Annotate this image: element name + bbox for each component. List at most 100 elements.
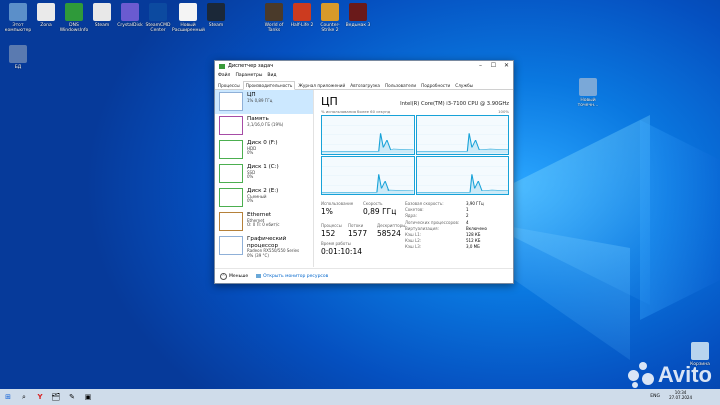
desktop-icon-label: SteamCMD Center bbox=[145, 23, 171, 33]
desktop-icon-image bbox=[265, 3, 283, 21]
minimize-button[interactable]: – bbox=[474, 61, 487, 71]
cpu-model: Intel(R) Core(TM) i3-7100 CPU @ 3.90GHz bbox=[400, 101, 509, 107]
desktop-icon-label: Ведьмак 3 bbox=[345, 23, 371, 28]
notepad-button[interactable]: ✎ bbox=[64, 389, 80, 405]
desktop-icon-image bbox=[179, 3, 197, 21]
desktop-icon[interactable]: Ведьмак 3 bbox=[342, 3, 374, 28]
sidebar-thumbnail bbox=[219, 92, 243, 111]
desktop-icon-image bbox=[349, 3, 367, 21]
desktop-icon-label: Steam bbox=[208, 23, 224, 28]
stat-label: Потоки bbox=[348, 223, 364, 228]
sidebar-item[interactable]: Диск 2 (E:) Съемный 0% bbox=[215, 186, 313, 210]
tab-processes[interactable]: Процессы bbox=[216, 82, 242, 89]
sidebar-item[interactable]: Диск 1 (C:) SSD 0% bbox=[215, 162, 313, 186]
desktop-icon-image bbox=[121, 3, 139, 21]
sidebar-item-detail: 0% (39 °C) bbox=[247, 252, 269, 258]
menu-view[interactable]: Вид bbox=[267, 73, 276, 78]
clock[interactable]: 10:34 27.07.2024 bbox=[669, 390, 692, 400]
search-button[interactable]: ⌕ bbox=[16, 389, 32, 405]
usage-area bbox=[322, 133, 414, 154]
detail-key: Кэш L1: bbox=[405, 232, 422, 237]
explorer-button[interactable]: 🗂 bbox=[48, 389, 64, 405]
maximize-button[interactable]: ☐ bbox=[487, 61, 500, 71]
yandex-browser-button[interactable]: Y bbox=[32, 389, 48, 405]
sidebar-item[interactable]: Память 3,1/16,0 ГБ (19%) bbox=[215, 114, 313, 138]
sidebar-thumbnail bbox=[219, 236, 243, 255]
desktop-icon-image bbox=[293, 3, 311, 21]
tab-bar: Процессы Производительность Журнал прило… bbox=[215, 80, 513, 90]
sidebar-thumbnail bbox=[219, 140, 243, 159]
detail-value: Включено bbox=[466, 225, 487, 231]
desktop-icon[interactable]: SteamCMD Center bbox=[142, 3, 174, 33]
detail-value: 3,0 МБ bbox=[466, 244, 480, 250]
detail-key: Ядра: bbox=[405, 213, 417, 219]
avito-text: Avito bbox=[657, 362, 712, 387]
tab-performance[interactable]: Производительность bbox=[242, 81, 296, 90]
cpu-core-graph bbox=[415, 155, 509, 195]
desktop-icon-image bbox=[207, 3, 225, 21]
wallpaper-beam bbox=[490, 115, 650, 305]
stat-value: 0:01:10:14 bbox=[321, 247, 362, 256]
detail-key: Кэш L2: bbox=[405, 238, 422, 244]
stat-value: 152 bbox=[321, 229, 336, 238]
stat-value: 0,89 ГГц bbox=[363, 207, 397, 216]
desktop-icon[interactable]: Новый точечн... bbox=[572, 78, 604, 108]
avito-logo-icon bbox=[627, 362, 654, 388]
chevron-up-icon: ^ bbox=[220, 272, 227, 280]
sidebar-item-detail: 0% bbox=[247, 150, 254, 156]
sidebar-thumbnail bbox=[219, 116, 243, 135]
stat-label: Скорость bbox=[363, 201, 383, 206]
language-indicator[interactable]: ENG bbox=[650, 394, 660, 399]
cpu-core-graph bbox=[321, 115, 415, 155]
detail-key: Базовая скорость: bbox=[405, 201, 444, 206]
close-button[interactable]: ✕ bbox=[500, 61, 513, 71]
detail-value: 3,90 ГГц bbox=[466, 201, 484, 206]
usage-line bbox=[416, 173, 508, 192]
task-manager-window: Диспетчер задач – ☐ ✕ Файл Параметры Вид… bbox=[214, 60, 514, 284]
sidebar-thumbnail bbox=[219, 212, 243, 231]
monitor-icon bbox=[256, 274, 262, 278]
tab-services[interactable]: Службы bbox=[453, 82, 475, 89]
resource-sidebar: ЦП 1% 0,89 ГГц Память 3,1/16,0 ГБ (19%) Диск… bbox=[215, 90, 314, 267]
cpu-core-graph bbox=[415, 115, 509, 155]
tab-users[interactable]: Пользователи bbox=[383, 82, 418, 89]
tab-startup[interactable]: Автозагрузка bbox=[348, 82, 382, 89]
sidebar-item[interactable]: Ethernet Ethernet О: 0 П: 0 кбит/с bbox=[215, 210, 313, 234]
sidebar-thumbnail bbox=[219, 188, 243, 207]
detail-value: 512 КБ bbox=[466, 238, 481, 244]
task-manager-icon bbox=[219, 63, 225, 69]
sidebar-item[interactable]: Диск 0 (F:) HDD 0% bbox=[215, 138, 313, 162]
desktop-icon[interactable]: Steam bbox=[200, 3, 232, 28]
desktop-icon-label: Новый точечн... bbox=[577, 98, 599, 108]
stat-label: Дескрипторы bbox=[377, 223, 406, 228]
title-bar[interactable]: Диспетчер задач – ☐ ✕ bbox=[215, 61, 513, 71]
graph-caption: % использования более 60 секунд bbox=[321, 109, 391, 114]
sidebar-item-detail: 3,1/16,0 ГБ (19%) bbox=[247, 121, 284, 127]
stat-label: Процессы bbox=[321, 223, 342, 228]
fewer-details-button[interactable]: ^ Меньше bbox=[220, 272, 248, 280]
wallpaper-beam bbox=[640, 120, 720, 320]
cpu-panel: ЦП Intel(R) Core(TM) i3-7100 CPU @ 3.90G… bbox=[321, 96, 509, 195]
clock-date: 27.07.2024 bbox=[669, 395, 692, 400]
desktop-icon-image bbox=[37, 3, 55, 21]
window-footer: ^ Меньше Открыть монитор ресурсов bbox=[215, 268, 513, 283]
desktop-icon-image bbox=[9, 45, 27, 63]
resource-monitor-label: Открыть монитор ресурсов bbox=[263, 273, 329, 279]
desktop-icon[interactable]: БД bbox=[2, 45, 34, 70]
sidebar-item[interactable]: Графический процессор Radeon RX550/550 Se… bbox=[215, 234, 313, 258]
sidebar-item[interactable]: ЦП 1% 0,89 ГГц bbox=[215, 90, 313, 114]
menu-options[interactable]: Параметры bbox=[235, 73, 262, 78]
stat-value: 1% bbox=[321, 207, 333, 216]
detail-value: 4 bbox=[466, 219, 469, 225]
tab-app-history[interactable]: Журнал приложений bbox=[296, 82, 347, 89]
resource-monitor-link[interactable]: Открыть монитор ресурсов bbox=[256, 274, 328, 279]
task-manager-taskbar-button[interactable]: ▣ bbox=[80, 389, 96, 405]
menu-file[interactable]: Файл bbox=[218, 73, 230, 78]
start-button[interactable]: ⊞ bbox=[0, 389, 16, 405]
sidebar-item-detail: 0% bbox=[247, 174, 254, 180]
tab-details[interactable]: Подробности bbox=[419, 82, 452, 89]
desktop-icon-label: БД bbox=[14, 65, 22, 70]
usage-line bbox=[322, 173, 414, 192]
desktop-icon-image bbox=[149, 3, 167, 21]
detail-value: 2 bbox=[466, 213, 469, 219]
